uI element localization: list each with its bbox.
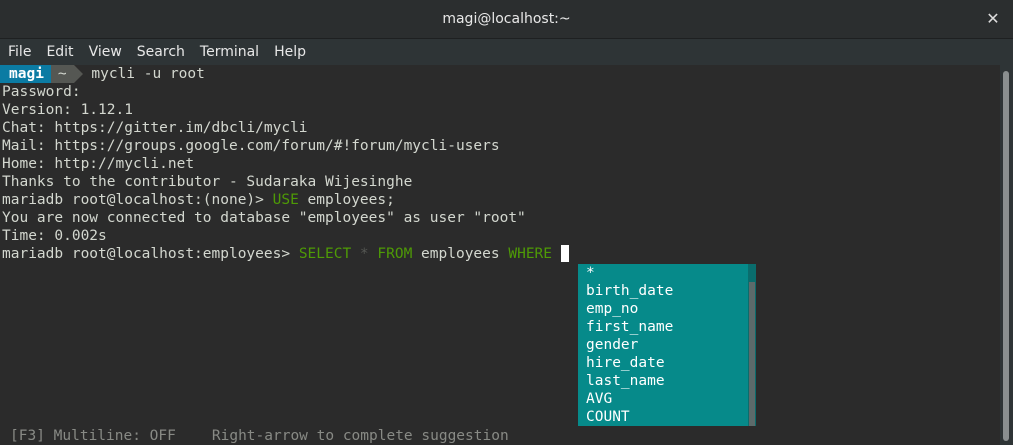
output-line: Password: — [2, 84, 81, 100]
sql-keyword: USE — [272, 192, 299, 208]
output-line: Version: 1.12.1 — [2, 102, 133, 118]
completion-scrollbar-thumb[interactable] — [749, 282, 755, 426]
window-title: magi@localhost:~ — [442, 11, 571, 27]
current-input-line[interactable]: mariadb root@localhost:employees> SELECT… — [2, 245, 569, 263]
output-line: Mail: https://groups.google.com/forum/#!… — [2, 138, 500, 154]
shell-prompt-line: magi ~ mycli -u root — [0, 65, 205, 83]
output-line: Home: http://mycli.net — [2, 156, 195, 172]
menu-file[interactable]: File — [0, 44, 38, 60]
terminal-output[interactable]: magi ~ mycli -u root Password: Version: 1… — [0, 65, 1000, 445]
sql-keyword: WHERE — [508, 246, 553, 262]
shell-command: mycli -u root — [82, 66, 205, 82]
completion-hint: Right-arrow to complete suggestion — [211, 428, 509, 444]
output-line: Thanks to the contributor - Sudaraka Wij… — [2, 174, 413, 190]
menu-search[interactable]: Search — [129, 44, 192, 60]
sql-text: employees — [412, 246, 509, 262]
output-line: Time: 0.002s — [2, 228, 107, 244]
mycli-prompt: mariadb root@localhost:employees> — [2, 246, 299, 262]
completion-item[interactable]: * — [586, 264, 595, 282]
sql-star: * — [351, 246, 378, 262]
sql-text: employees; — [298, 192, 395, 208]
completion-scrollbar[interactable] — [748, 264, 756, 426]
close-icon[interactable]: ✕ — [983, 9, 1003, 29]
mycli-prompt: mariadb root@localhost:(none)> — [2, 192, 273, 208]
menu-terminal[interactable]: Terminal — [192, 44, 266, 60]
text-cursor — [560, 245, 569, 262]
mycli-toolbar: [F3] Multiline: OFF Right-arrow to comple… — [0, 427, 1000, 445]
completion-item[interactable]: birth_date — [586, 282, 673, 300]
menu-view[interactable]: View — [81, 44, 129, 60]
completion-item[interactable]: emp_no — [586, 300, 638, 318]
prompt-user-segment: magi — [0, 65, 51, 83]
menu-help[interactable]: Help — [266, 44, 313, 60]
menu-edit[interactable]: Edit — [38, 44, 80, 60]
completion-item[interactable]: hire_date — [586, 354, 665, 372]
prompt-dir-segment: ~ — [50, 65, 74, 83]
completion-item[interactable]: AVG — [586, 390, 612, 408]
output-line: You are now connected to database "emplo… — [2, 210, 526, 226]
prompt-arrow-icon — [73, 65, 83, 83]
sql-keyword: SELECT — [298, 246, 352, 262]
menu-bar: File Edit View Search Terminal Help — [0, 39, 1013, 64]
window-titlebar: magi@localhost:~ ✕ — [0, 0, 1013, 39]
use-command-line: mariadb root@localhost:(none)> USE emplo… — [2, 191, 395, 209]
completion-item[interactable]: COUNT — [586, 408, 630, 426]
multiline-status: [F3] Multiline: OFF — [10, 428, 176, 444]
sql-keyword: FROM — [377, 246, 413, 262]
completion-item[interactable]: gender — [586, 336, 638, 354]
scrollbar-thumb[interactable] — [1003, 71, 1009, 441]
completion-menu[interactable]: * birth_date emp_no first_name gender hi… — [578, 264, 756, 426]
terminal-scrollbar[interactable] — [1000, 65, 1013, 445]
completion-item[interactable]: first_name — [586, 318, 673, 336]
completion-item[interactable]: last_name — [586, 372, 665, 390]
output-line: Chat: https://gitter.im/dbcli/mycli — [2, 120, 308, 136]
